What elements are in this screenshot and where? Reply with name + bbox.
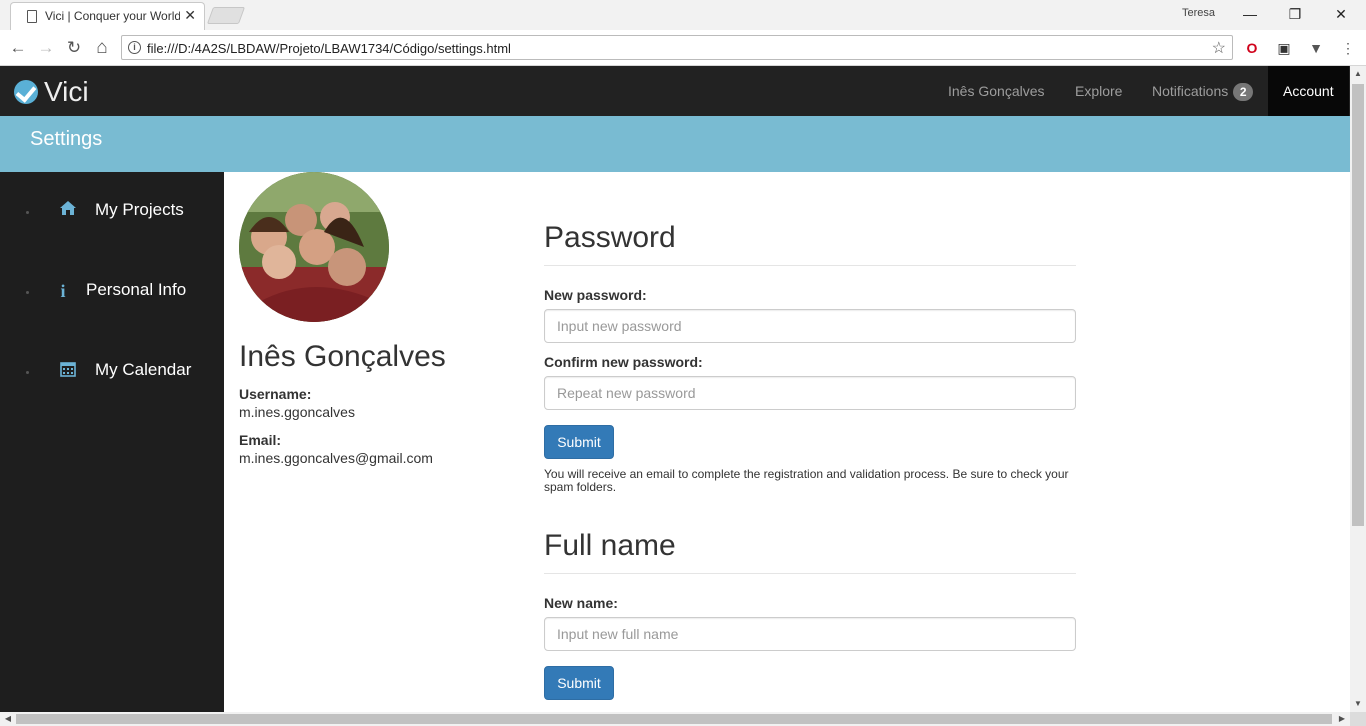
close-tab-icon[interactable]: ✕ (184, 7, 196, 24)
scroll-right-icon[interactable]: ▶ (1334, 712, 1350, 726)
minimize-icon[interactable]: — (1235, 3, 1265, 25)
divider (544, 573, 1076, 574)
reload-icon[interactable]: ↻ (63, 38, 85, 58)
scroll-up-icon[interactable]: ▲ (1350, 66, 1366, 82)
scrollbar-corner (1350, 712, 1366, 726)
opera-extension-icon[interactable]: O (1243, 39, 1261, 57)
confirm-password-label: Confirm new password: (544, 354, 703, 370)
sidebar-item-label: My Calendar (95, 360, 192, 379)
scrollbar-thumb[interactable] (1352, 84, 1364, 526)
fullname-section-title: Full name (544, 529, 676, 562)
browser-tab[interactable]: Vici | Conquer your World ✕ (10, 2, 205, 30)
address-bar[interactable]: i file:///D:/4A2S/LBDAW/Projeto/LBAW1734… (121, 35, 1233, 60)
sidebar: My Projects i Personal Info My Calendar (0, 172, 224, 712)
avatar (239, 172, 389, 322)
site-info-icon[interactable]: i (128, 41, 141, 54)
scroll-left-icon[interactable]: ◀ (0, 712, 16, 726)
sidebar-item-personal-info[interactable]: i Personal Info (0, 272, 224, 312)
url-text[interactable]: file:///D:/4A2S/LBDAW/Projeto/LBAW1734/C… (147, 41, 511, 56)
email-label: Email: (239, 432, 282, 448)
password-section-title: Password (544, 221, 676, 254)
new-name-input[interactable] (544, 617, 1076, 651)
browser-toolbar: ← → ↻ ⌂ i file:///D:/4A2S/LBDAW/Projeto/… (0, 30, 1366, 66)
new-password-label: New password: (544, 287, 647, 303)
confirm-password-input[interactable] (544, 376, 1076, 410)
filter-extension-icon[interactable]: ▼ (1307, 39, 1325, 57)
browser-tab-bar: Vici | Conquer your World ✕ Teresa — ❐ ✕ (0, 0, 1366, 30)
restore-icon[interactable]: ❐ (1280, 3, 1310, 25)
home-icon[interactable]: ⌂ (91, 38, 113, 58)
sidebar-item-my-calendar[interactable]: My Calendar (0, 352, 224, 392)
profile-name: Inês Gonçalves (239, 340, 446, 373)
horizontal-scrollbar[interactable]: ◀ ▶ (0, 712, 1350, 726)
scroll-down-icon[interactable]: ▼ (1350, 696, 1366, 712)
sidebar-item-my-projects[interactable]: My Projects (0, 192, 224, 232)
brand-name: Vici (44, 76, 89, 107)
profile-name[interactable]: Teresa (1182, 7, 1215, 19)
username-label: Username: (239, 386, 312, 402)
bullet (26, 291, 29, 294)
menu-icon[interactable]: ⋮ (1339, 39, 1357, 57)
calendar-icon (58, 361, 78, 381)
bookmark-star-icon[interactable]: ☆ (1212, 38, 1226, 58)
nav-link-notifications[interactable]: Notifications 2 (1152, 66, 1254, 116)
new-password-input[interactable] (544, 309, 1076, 343)
nav-link-explore[interactable]: Explore (1075, 66, 1122, 116)
top-navbar: Vici Inês Gonçalves Explore Notification… (0, 66, 1350, 116)
name-submit-button[interactable]: Submit (544, 666, 614, 700)
nav-link-user[interactable]: Inês Gonçalves (948, 66, 1045, 116)
password-submit-button[interactable]: Submit (544, 425, 614, 459)
scrollbar-thumb[interactable] (16, 714, 1332, 724)
password-help-text: You will receive an email to complete th… (544, 467, 1069, 494)
new-tab-button[interactable] (206, 7, 246, 24)
settings-banner: Settings (0, 116, 1350, 172)
email-value: m.ines.ggoncalves@gmail.com (239, 450, 433, 466)
check-logo-icon (14, 80, 38, 104)
divider (544, 265, 1076, 266)
bullet (26, 371, 29, 374)
tab-title: Vici | Conquer your World (45, 9, 180, 23)
forward-icon[interactable]: → (35, 38, 57, 58)
nav-link-account[interactable]: Account (1268, 66, 1349, 116)
page-title: Settings (30, 128, 103, 150)
vertical-scrollbar[interactable]: ▲ ▼ (1350, 66, 1366, 712)
home-icon (58, 201, 78, 221)
close-window-icon[interactable]: ✕ (1326, 3, 1356, 25)
sidebar-item-label: Personal Info (86, 280, 187, 299)
extension-icon[interactable]: ▣ (1275, 39, 1293, 57)
web-page: Vici Inês Gonçalves Explore Notification… (0, 66, 1350, 712)
sidebar-item-label: My Projects (95, 200, 184, 219)
bullet (26, 211, 29, 214)
info-icon: i (60, 281, 66, 301)
notifications-badge: 2 (1233, 83, 1254, 102)
back-icon[interactable]: ← (7, 38, 29, 58)
username-value: m.ines.ggoncalves (239, 404, 355, 420)
new-name-label: New name: (544, 595, 618, 611)
page-icon (27, 10, 37, 23)
notifications-label: Notifications (1152, 83, 1229, 99)
